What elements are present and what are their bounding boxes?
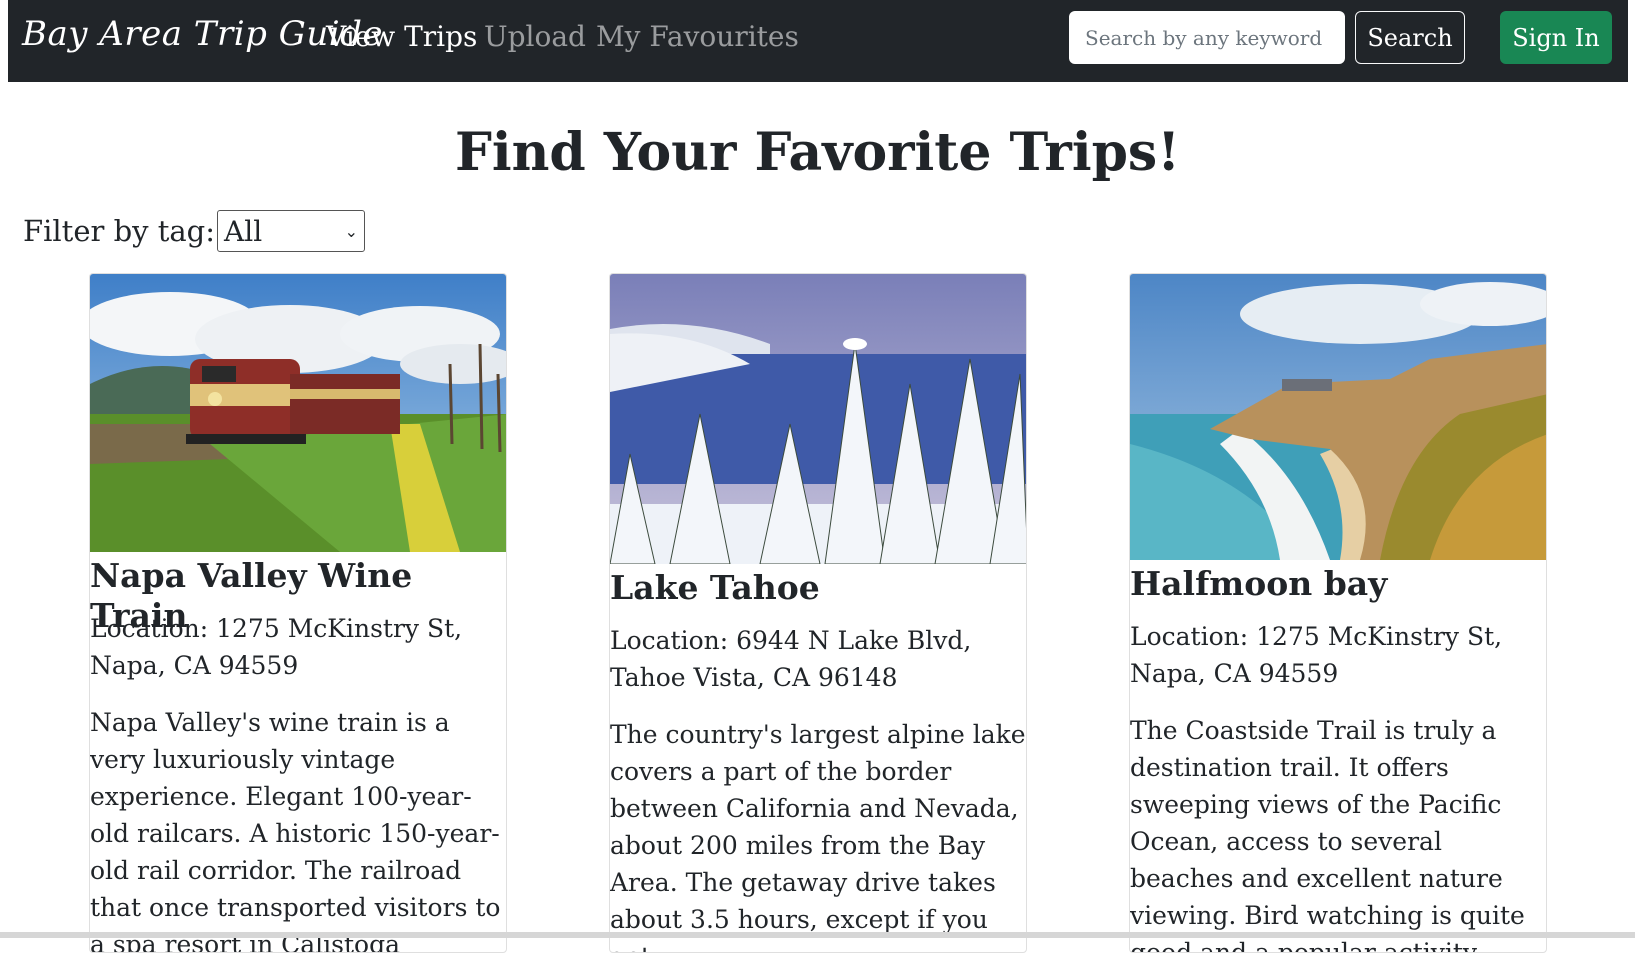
search-input[interactable] [1069,11,1345,64]
sign-in-button[interactable]: Sign In [1500,11,1612,64]
chevron-down-icon: ⌄ [344,221,359,241]
trip-card[interactable]: Lake Tahoe Location: 6944 N Lake Blvd, T… [609,273,1027,953]
search-button[interactable]: Search [1355,11,1465,64]
trip-location: Location: 1275 McKinstry St, Napa, CA 94… [1130,622,1503,688]
trip-card[interactable]: Halfmoon bay Location: 1275 McKinstry St… [1129,273,1547,953]
trip-location: Location: 1275 McKinstry St, Napa, CA 94… [90,614,463,680]
trip-title[interactable]: Lake Tahoe [610,568,1026,608]
nav-view-trips[interactable]: View Trips [326,20,477,53]
page-title: Find Your Favorite Trips! [454,122,1181,183]
trip-image-lake-tahoe[interactable] [610,274,1027,564]
tag-filter: Filter by tag: All ⌄ [23,210,366,252]
trip-description: The country's largest alpine lake covers… [610,720,1026,952]
nav-upload[interactable]: Upload [484,20,586,53]
trip-image-halfmoon-bay[interactable] [1130,274,1547,560]
trip-image-napa-train[interactable] [90,274,507,552]
nav-my-favourites[interactable]: My Favourites [596,20,799,53]
filter-label: Filter by tag: [23,214,216,248]
tag-filter-select[interactable]: All ⌄ [217,210,366,252]
filter-selected-value: All [224,214,263,248]
trip-card[interactable]: Napa Valley Wine Train Location: 1275 Mc… [89,273,507,953]
navbar: Bay Area Trip Guide View Trips Upload My… [8,0,1628,82]
trip-title[interactable]: Halfmoon bay [1130,564,1546,604]
trip-description: Napa Valley's wine train is a very luxur… [90,708,501,953]
trip-description: The Coastside Trail is truly a destinati… [1130,716,1525,953]
trip-location: Location: 6944 N Lake Blvd, Tahoe Vista,… [610,626,972,692]
horizontal-scrollbar[interactable] [0,932,1635,938]
